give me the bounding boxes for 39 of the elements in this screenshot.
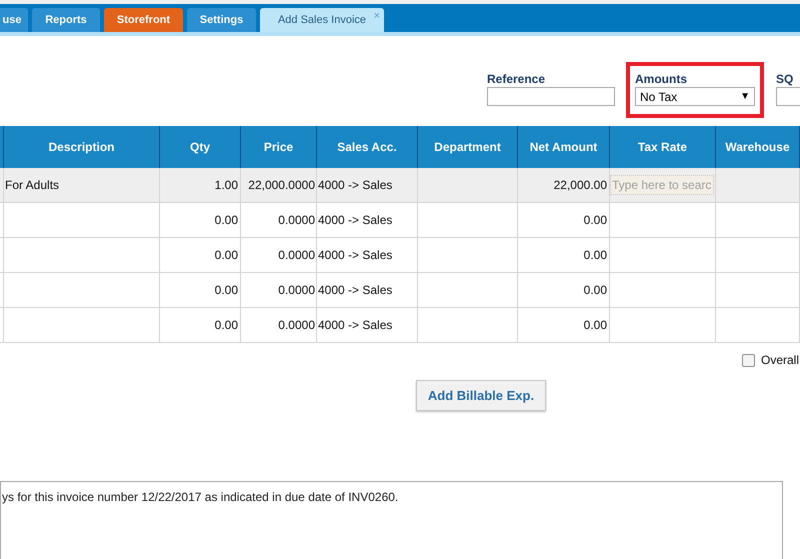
table-cell-text: 0.00	[214, 282, 238, 299]
tab[interactable]: Reports	[32, 8, 100, 32]
table-cell-text: 4000 -> Sales	[318, 177, 392, 194]
tab[interactable]: Add Sales Invoice ×	[260, 8, 384, 32]
table-cell-text: 1.00	[214, 177, 238, 194]
table-cell-text: 0.0000	[278, 212, 315, 229]
field-label: Amounts	[635, 71, 688, 87]
table-cell-text: 0.00	[584, 247, 607, 264]
table-cell-text: 4000 -> Sales	[318, 282, 392, 299]
table-cell-text: 0.00	[584, 212, 607, 229]
table-cell-text: 0.00	[214, 212, 238, 229]
table-row[interactable]: 0.00 0.0000 4000 -> Sales 0.00	[0, 203, 800, 238]
table-cell-text: 0.00	[214, 317, 238, 334]
amounts-dropdown[interactable]: No Tax ▼	[635, 87, 755, 106]
table-row[interactable]: For Adults 1.00 22,000.0000 4000 -> Sales 22,000.00 Type here to searc	[0, 168, 800, 203]
field-label: SQ	[776, 71, 794, 87]
field-label: Reference	[487, 71, 546, 87]
table-cell-text: 4000 -> Sales	[318, 212, 392, 229]
tab[interactable]: Settings	[187, 8, 256, 32]
table-cell-text: 22,000.00	[554, 177, 607, 194]
tax-rate-search-field[interactable]: Type here to searc	[610, 175, 714, 195]
table-cell-text: 0.00	[214, 247, 238, 264]
table-cell-text: For Adults	[5, 177, 60, 194]
table-row[interactable]: 0.00 0.0000 4000 -> Sales 0.00	[0, 273, 800, 308]
table-cell-text: 4000 -> Sales	[318, 247, 392, 264]
table-row[interactable]: 0.00 0.0000 4000 -> Sales 0.00	[0, 238, 800, 273]
table-cell-text: 0.0000	[278, 282, 315, 299]
add-billable-button[interactable]: Add Billable Exp.	[416, 380, 546, 411]
notes-field[interactable]: ys for this invoice number 12/22/2017 as indicated in due date of INV0260.	[0, 481, 783, 559]
table-cell-text: 0.0000	[278, 247, 315, 264]
caret-icon: ▼	[740, 89, 750, 104]
checkbox-label: Overall	[760, 352, 800, 369]
table-cell-text: 0.00	[584, 317, 607, 334]
table-cell-text: 22,000.0000	[248, 177, 315, 194]
tab[interactable]: use	[0, 8, 28, 32]
table-row[interactable]: 0.00 0.0000 4000 -> Sales 0.00	[0, 308, 800, 343]
table-cell-text: 0.0000	[278, 317, 315, 334]
table-cell-text: 0.00	[584, 282, 607, 299]
table-cell-text: 4000 -> Sales	[318, 317, 392, 334]
